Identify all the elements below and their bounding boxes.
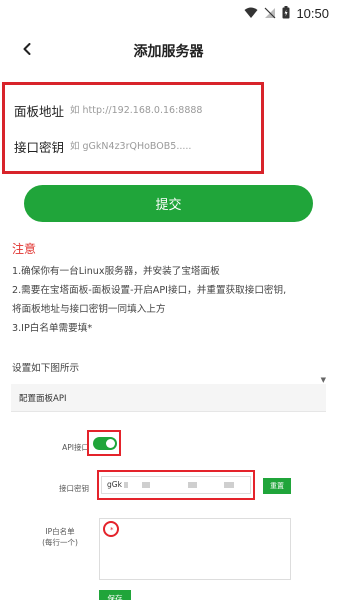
notice-title: 注意 xyxy=(12,242,37,256)
caret-down-icon: ▼ xyxy=(320,376,326,384)
example-ip-label: IP白名单 (每行一个) xyxy=(35,526,85,548)
example-ip-label-line2: (每行一个) xyxy=(42,538,78,547)
status-time: 10:50 xyxy=(296,6,329,21)
submit-button[interactable]: 提交 xyxy=(24,185,313,222)
example-key-text: gGk xyxy=(107,480,122,489)
no-signal-icon xyxy=(264,4,276,23)
example-ip-label-line1: IP白名单 xyxy=(45,527,75,536)
blurred-text xyxy=(188,482,197,488)
example-ip-value: * xyxy=(110,526,114,534)
example-key-label: 接口密钥 xyxy=(59,484,89,493)
panel-address-row: 面板地址 xyxy=(14,95,250,125)
ip-highlight-circle: * xyxy=(103,521,119,537)
notice-list: 1.确保你有一台Linux服务器，并安装了宝塔面板 2.需要在宝塔面板-面板设置… xyxy=(12,262,330,338)
example-screenshot: 配置面板API ▼ API接口 接口密钥 gGk 重置 IP白名单 (每行一个) xyxy=(11,376,326,600)
example-api-label: API接口 xyxy=(62,443,89,452)
status-bar: 10:50 xyxy=(0,0,337,26)
example-body: API接口 接口密钥 gGk 重置 IP白名单 (每行一个) * 保存 xyxy=(11,412,326,600)
notice-line: 3.IP白名单需要填* xyxy=(12,323,93,334)
api-toggle xyxy=(93,437,117,450)
app-header: 添加服务器 xyxy=(0,32,337,68)
example-reset-button: 重置 xyxy=(263,478,291,494)
api-key-row: 接口密钥 xyxy=(14,131,250,161)
wifi-icon xyxy=(244,4,258,23)
panel-address-input[interactable] xyxy=(70,104,250,116)
example-header-title: 配置面板API xyxy=(19,394,67,404)
toggle-highlight xyxy=(87,430,121,456)
example-ip-textarea: * xyxy=(99,518,291,580)
blurred-text xyxy=(142,482,150,488)
battery-icon xyxy=(282,4,290,23)
server-form: 面板地址 接口密钥 xyxy=(2,82,264,174)
blurred-text xyxy=(124,482,128,488)
page-title: 添加服务器 xyxy=(133,44,204,60)
example-caption: 设置如下图所示 xyxy=(12,363,80,374)
api-key-label: 接口密钥 xyxy=(14,139,65,155)
blurred-text xyxy=(224,482,234,488)
example-save-button: 保存 xyxy=(99,590,131,600)
notice-line: 将面板地址与接口密钥一同填入上方 xyxy=(12,304,166,315)
example-key-input: gGk xyxy=(101,476,251,494)
api-key-input[interactable] xyxy=(70,140,250,152)
toggle-knob xyxy=(106,439,115,448)
notice-line: 1.确保你有一台Linux服务器，并安装了宝塔面板 xyxy=(12,266,220,277)
example-header: 配置面板API ▼ xyxy=(11,376,326,412)
key-highlight: gGk xyxy=(97,470,255,500)
panel-address-label: 面板地址 xyxy=(14,103,65,119)
status-icons: 10:50 xyxy=(244,4,329,23)
notice-line: 2.需要在宝塔面板-面板设置-开启API接口，并重置获取接口密钥, xyxy=(12,285,287,296)
